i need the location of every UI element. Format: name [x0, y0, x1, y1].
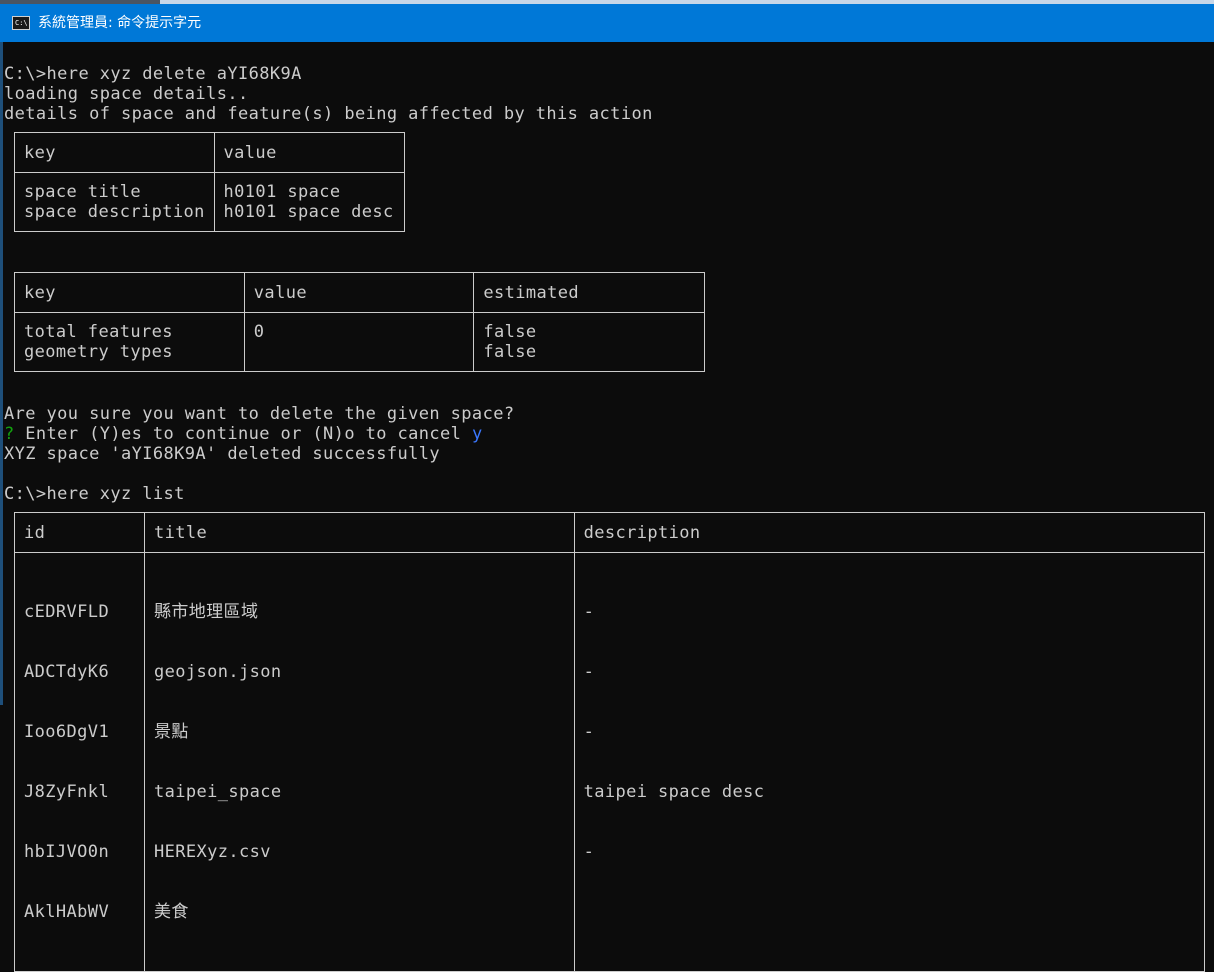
command-line-list: C:\>here xyz list — [4, 484, 185, 504]
table-header-row: key value — [14, 132, 406, 173]
geometry-types-estimated: false — [483, 342, 537, 362]
column-header-title: title — [143, 512, 575, 553]
details-intro-line: details of space and feature(s) being af… — [4, 104, 653, 124]
column-header-description: description — [573, 512, 1206, 553]
space-id: cEDRVFLD — [24, 602, 110, 622]
table-row: total features geometry types 0 false fals… — [14, 312, 705, 372]
space-title-key: space title — [24, 182, 141, 202]
space-id: hbIJVO0n — [24, 842, 110, 862]
confirm-prompt-line[interactable]: ? Enter (Y)es to continue or (N)o to can… — [4, 424, 483, 444]
column-header-value: value — [243, 272, 475, 313]
table-header-row: key value estimated — [14, 272, 705, 313]
space-title: 縣市地理區域 — [153, 602, 259, 622]
space-list-table: id title description cEDRVFLD ADCTdyK6 I… — [14, 512, 1206, 972]
geometry-types-key: geometry types — [24, 342, 173, 362]
space-title-value: h0101 space — [223, 182, 341, 202]
window-left-border — [0, 42, 3, 705]
column-header-key: key — [14, 272, 245, 313]
space-title: 景點 — [153, 722, 189, 742]
cmd-icon[interactable]: C:\ — [12, 16, 30, 30]
loading-line: loading space details.. — [4, 84, 249, 104]
column-header-key: key — [14, 132, 215, 173]
space-id: AklHAbWV — [24, 902, 110, 922]
space-description: taipei space desc — [583, 782, 765, 802]
total-features-estimated: false — [483, 322, 537, 342]
space-description: - — [583, 842, 595, 862]
table-row: space title space description h0101 space… — [14, 172, 406, 232]
confirm-question-line: Are you sure you want to delete the give… — [4, 404, 515, 424]
window-title: 系統管理員: 命令提示字元 — [38, 15, 202, 31]
command-line-delete: C:\>here xyz delete aYI68K9A — [4, 64, 302, 84]
feature-details-table: key value estimated total features geomet… — [14, 272, 705, 372]
table-row: cEDRVFLD ADCTdyK6 Ioo6DgV1 J8ZyFnkl hbIJ… — [14, 552, 1206, 972]
column-header-id: id — [14, 512, 145, 553]
space-id: ADCTdyK6 — [24, 662, 110, 682]
console-output[interactable]: C:\>here xyz delete aYI68K9A loading spa… — [4, 42, 1214, 972]
space-title: taipei_space — [153, 782, 282, 802]
space-id: J8ZyFnkl — [24, 782, 110, 802]
geometry-types-value — [254, 342, 474, 362]
prompt-question-mark: ? — [4, 424, 15, 444]
space-title: 美食 — [153, 902, 189, 922]
space-description-value: h0101 space desc — [223, 202, 394, 222]
space-description — [584, 902, 1204, 922]
prompt-answer: y — [471, 424, 483, 444]
window-titlebar[interactable]: C:\ 系統管理員: 命令提示字元 — [0, 4, 1214, 42]
table-header-row: id title description — [14, 512, 1206, 553]
deleted-success-line: XYZ space 'aYI68K9A' deleted successfull… — [4, 444, 441, 464]
space-description: - — [583, 602, 595, 622]
column-header-value: value — [213, 132, 406, 173]
prompt-text: Enter (Y)es to continue or (N)o to cance… — [14, 424, 472, 444]
space-title: HEREXyz.csv — [153, 842, 271, 862]
total-features-key: total features — [24, 322, 173, 342]
space-id: Ioo6DgV1 — [24, 722, 110, 742]
space-title: geojson.json — [153, 662, 282, 682]
space-details-table: key value space title space description h… — [14, 132, 406, 232]
space-description: - — [583, 662, 595, 682]
total-features-value: 0 — [253, 322, 265, 342]
column-header-estimated: estimated — [473, 272, 705, 313]
space-description: - — [583, 722, 595, 742]
space-description-key: space description — [24, 202, 205, 222]
